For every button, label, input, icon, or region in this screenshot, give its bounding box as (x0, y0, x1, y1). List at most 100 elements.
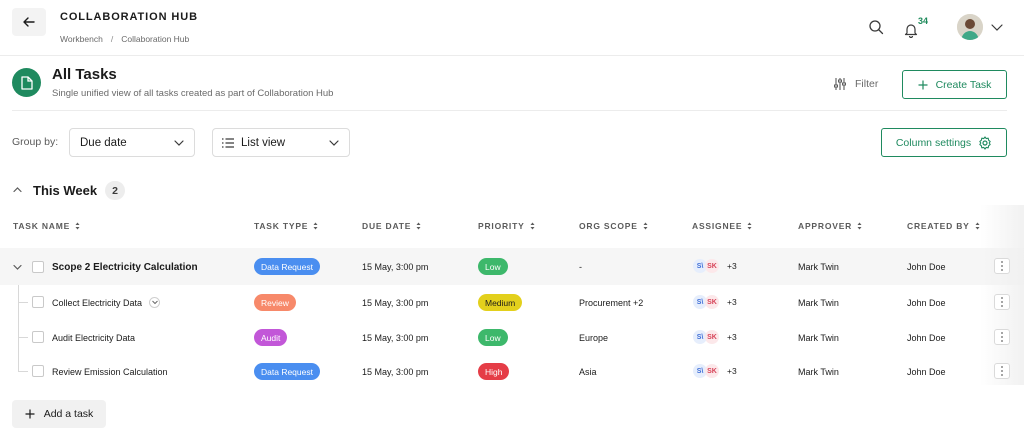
collapse-group-icon[interactable] (13, 186, 22, 193)
group-count-badge: 2 (105, 181, 125, 200)
arrow-left-icon (23, 17, 35, 27)
priority-badge: Low (478, 258, 508, 275)
created-by: John Doe (907, 298, 946, 308)
assignee-group[interactable]: S\ SK +3 (693, 295, 737, 309)
tree-connector (18, 302, 28, 303)
tree-connector (18, 337, 28, 338)
column-header-label: TASK TYPE (254, 221, 309, 231)
priority-badge: Medium (478, 294, 523, 311)
approver: Mark Twin (798, 298, 839, 308)
task-name[interactable]: Audit Electricity Data (52, 333, 135, 343)
assignee-group[interactable]: S\ SK +3 (693, 364, 737, 378)
create-task-label: Create Task (935, 78, 992, 91)
task-name[interactable]: Review Emission Calculation (52, 367, 168, 377)
create-task-button[interactable]: Create Task (902, 70, 1007, 99)
sort-icon (643, 222, 648, 230)
column-header-created-by[interactable]: CREATED BY (907, 221, 980, 231)
sort-icon (747, 222, 752, 230)
column-header-task-name[interactable]: TASK NAME (13, 221, 80, 231)
avatar[interactable] (957, 14, 983, 40)
tree-connector (18, 371, 28, 372)
created-by: John Doe (907, 262, 946, 272)
column-header-label: PRIORITY (478, 221, 525, 231)
add-task-label: Add a task (43, 408, 94, 420)
column-header-approver[interactable]: APPROVER (798, 221, 862, 231)
chevron-down-icon[interactable] (991, 22, 1003, 32)
top-bar: COLLABORATION HUB Workbench / Collaborat… (0, 0, 1024, 56)
add-task-button[interactable]: Add a task (12, 400, 106, 428)
chevron-down-icon (174, 140, 184, 146)
group-by-label: Group by: (12, 136, 59, 148)
row-checkbox[interactable] (32, 365, 44, 377)
row-menu-button[interactable] (994, 363, 1010, 379)
column-header-due-date[interactable]: DUE DATE (362, 221, 421, 231)
due-date: 15 May, 3:00 pm (362, 262, 429, 272)
search-icon[interactable] (868, 19, 884, 35)
sort-icon (857, 222, 862, 230)
breadcrumb-item-workbench[interactable]: Workbench (60, 34, 103, 44)
column-settings-label: Column settings (895, 136, 972, 149)
breadcrumb-item-collaboration-hub[interactable]: Collaboration Hub (121, 34, 189, 44)
assignee-more-count: +3 (727, 366, 737, 376)
column-header-label: ASSIGNEE (692, 221, 743, 231)
subtask-toggle[interactable] (149, 297, 160, 308)
filter-sliders-icon (834, 78, 846, 90)
group-title: This Week (33, 183, 98, 198)
back-button[interactable] (12, 8, 46, 36)
sort-icon (313, 222, 318, 230)
task-name[interactable]: Collect Electricity Data (52, 298, 142, 308)
assignee-more-count: +3 (727, 332, 737, 342)
plus-icon (25, 409, 35, 419)
org-scope: Asia (579, 367, 597, 377)
breadcrumb-separator: / (110, 34, 114, 44)
approver: Mark Twin (798, 262, 839, 272)
sort-icon (530, 222, 535, 230)
org-scope: Procurement +2 (579, 298, 644, 308)
page-title: All Tasks (52, 66, 117, 83)
user-photo-icon (957, 14, 983, 40)
row-checkbox[interactable] (32, 261, 44, 273)
approver: Mark Twin (798, 367, 839, 377)
breadcrumb: Workbench / Collaboration Hub (60, 34, 189, 44)
column-header-label: CREATED BY (907, 221, 970, 231)
created-by: John Doe (907, 333, 946, 343)
filter-label: Filter (855, 78, 879, 90)
row-menu-button[interactable] (994, 258, 1010, 274)
task-name[interactable]: Scope 2 Electricity Calculation (52, 262, 198, 273)
tree-connector (18, 285, 19, 372)
group-by-select[interactable]: Due date (69, 128, 195, 157)
notifications-button[interactable]: 34 (904, 16, 934, 40)
row-menu-button[interactable] (994, 294, 1010, 310)
column-header-task-type[interactable]: TASK TYPE (254, 221, 318, 231)
column-settings-button[interactable]: Column settings (881, 128, 1007, 157)
assignee-avatar: SK (705, 364, 719, 378)
row-checkbox[interactable] (32, 331, 44, 343)
page-subtitle: Single unified view of all tasks created… (52, 88, 334, 99)
column-header-priority[interactable]: PRIORITY (478, 221, 535, 231)
priority-badge: High (478, 363, 510, 380)
view-select[interactable]: List view (212, 128, 350, 157)
assignee-group[interactable]: S\ SK +3 (693, 330, 737, 344)
due-date: 15 May, 3:00 pm (362, 367, 429, 377)
sort-icon (416, 222, 421, 230)
column-header-assignee[interactable]: ASSIGNEE (692, 221, 752, 231)
filter-button[interactable]: Filter (833, 77, 878, 91)
list-icon (222, 137, 234, 148)
bell-icon (904, 24, 918, 38)
assignee-group[interactable]: S\ SK +3 (693, 259, 737, 273)
view-value: List view (241, 136, 286, 149)
column-header-label: APPROVER (798, 221, 853, 231)
divider (12, 110, 1007, 111)
app-title: COLLABORATION HUB (60, 11, 198, 23)
task-type-badge: Review (254, 294, 296, 311)
approver: Mark Twin (798, 333, 839, 343)
org-scope: - (579, 262, 582, 272)
sort-icon (975, 222, 980, 230)
expand-row-icon[interactable] (13, 264, 22, 271)
row-checkbox[interactable] (32, 296, 44, 308)
column-header-label: TASK NAME (13, 221, 71, 231)
priority-badge: Low (478, 329, 508, 346)
row-menu-button[interactable] (994, 329, 1010, 345)
assignee-more-count: +3 (727, 261, 737, 271)
column-header-org-scope[interactable]: ORG SCOPE (579, 221, 648, 231)
